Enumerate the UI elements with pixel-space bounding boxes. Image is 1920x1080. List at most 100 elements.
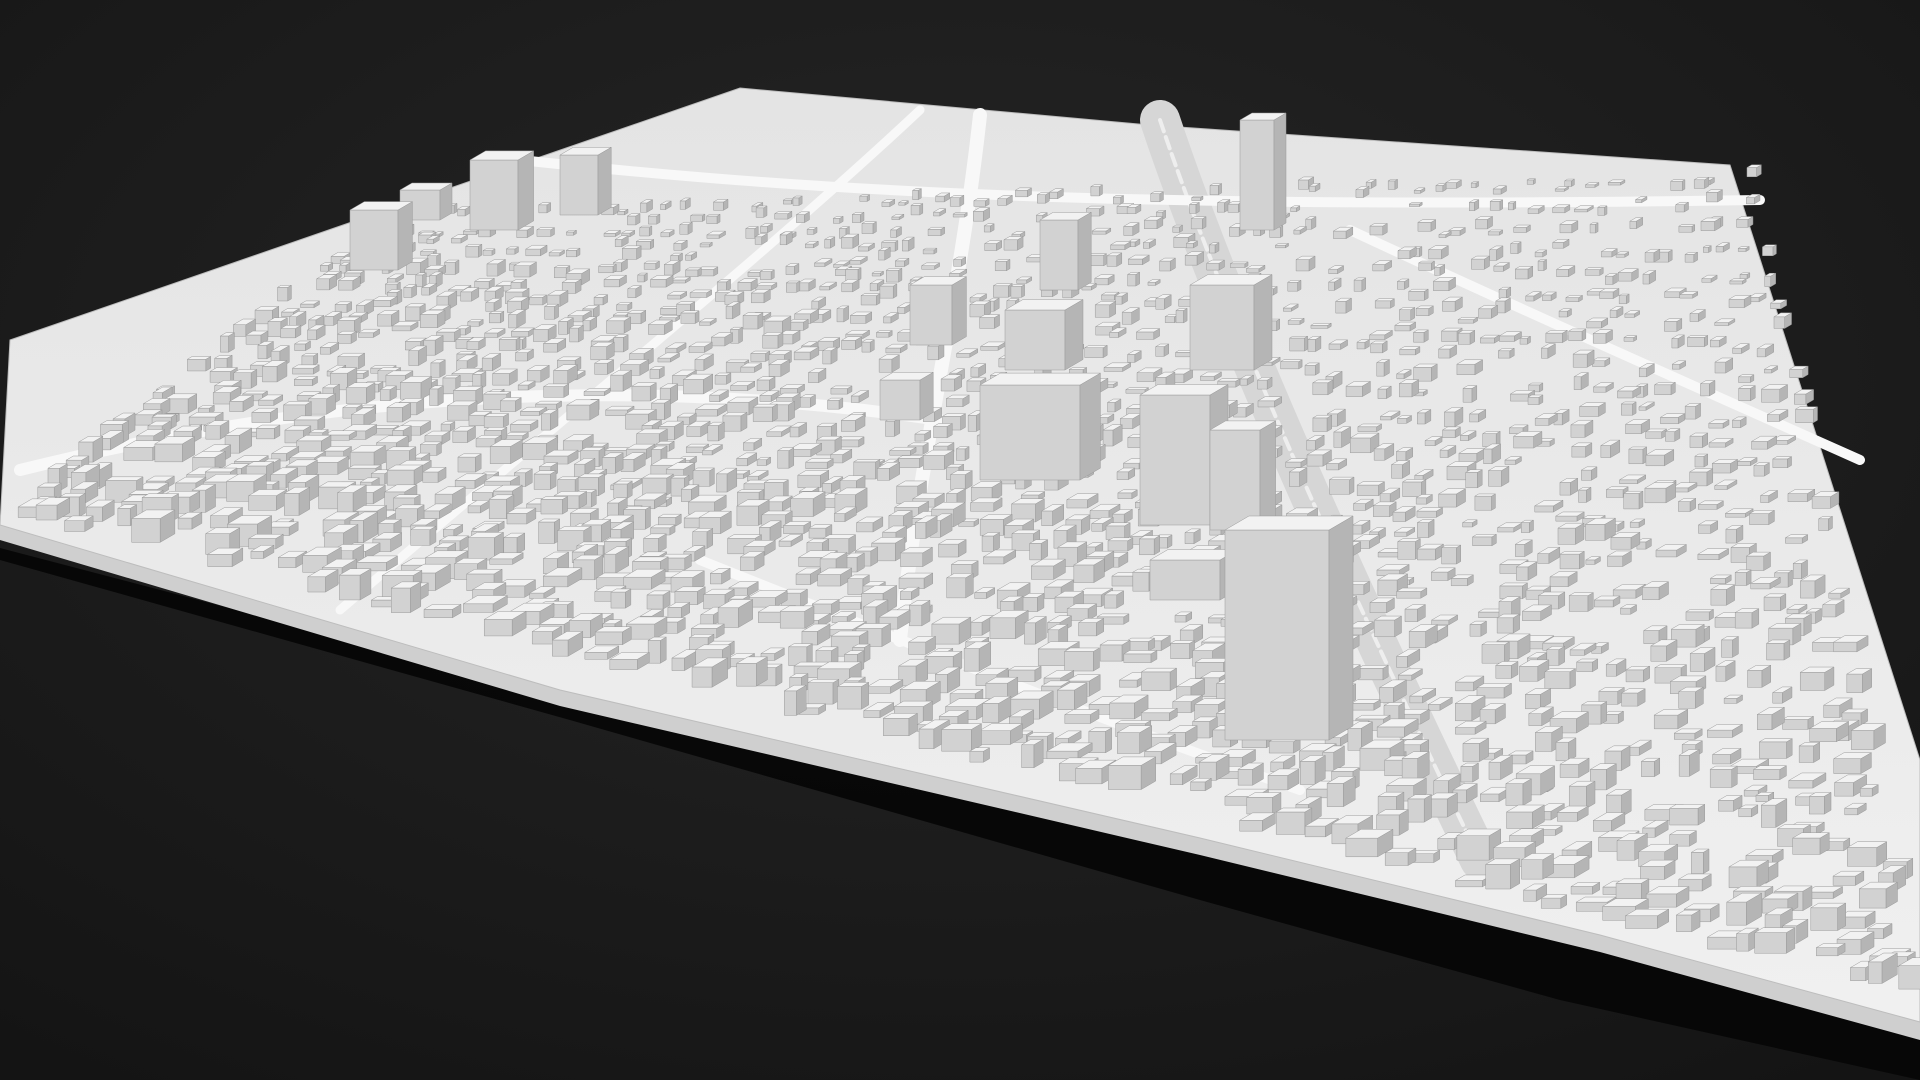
low-rise-building [1690,848,1710,875]
low-rise-building [714,372,732,385]
low-rise-building [1498,286,1512,299]
low-rise-building [811,599,841,616]
low-rise-building [773,210,793,220]
low-rise-building [1514,265,1534,280]
low-rise-building [1791,832,1831,855]
low-rise-building [1520,519,1535,534]
low-rise-building [983,223,995,233]
low-rise-building [1106,252,1123,267]
low-rise-building [963,641,992,672]
low-rise-building [1417,260,1436,271]
low-rise-building [1474,215,1494,230]
low-rise-building [1063,647,1101,672]
low-rise-building [1175,308,1189,324]
low-rise-building [423,603,462,619]
low-rise-building [1668,803,1706,826]
low-rise-building [1311,379,1334,396]
low-rise-building [926,342,945,361]
low-rise-building [1620,688,1647,707]
low-rise-building [1083,344,1109,359]
low-rise-building [1229,261,1249,269]
low-rise-building [1443,406,1464,428]
tower-building [349,201,414,271]
low-rise-building [1737,385,1757,402]
low-rise-building [1677,686,1705,709]
low-rise-building [1408,201,1424,208]
low-rise-building [1669,179,1686,192]
low-rise-building [1674,201,1690,213]
low-rise-building [878,283,898,299]
low-rise-building [247,489,288,511]
low-rise-building [836,681,870,710]
low-rise-building [1462,385,1478,403]
low-rise-building [153,436,196,463]
low-rise-building [968,747,991,763]
low-rise-building [1122,650,1158,664]
low-rise-building [884,417,901,437]
low-rise-building [930,616,972,645]
low-rise-building [972,207,991,222]
low-rise-building [1487,465,1510,487]
low-rise-building [1728,859,1770,889]
low-rise-building [750,288,772,304]
low-rise-building [1519,335,1532,345]
low-rise-building [1415,305,1435,317]
low-rise-building [1584,517,1617,541]
low-rise-building [510,327,536,337]
low-rise-building [1014,187,1033,198]
low-rise-building [625,616,668,640]
low-rise-building [1697,500,1725,510]
low-rise-building [908,599,931,627]
low-rise-building [1735,216,1754,228]
low-rise-building [1091,227,1112,235]
low-rise-building [911,188,923,201]
low-rise-building [1245,792,1282,815]
low-rise-building [1568,592,1595,612]
low-rise-building [615,301,633,312]
low-rise-building [1116,725,1153,754]
low-rise-building [1554,511,1586,522]
low-rise-building [1287,317,1306,325]
low-rise-building [952,212,969,218]
low-rise-building [1288,467,1308,487]
low-rise-building [983,240,1003,252]
low-rise-building [528,294,548,306]
low-rise-building [536,227,556,237]
low-rise-building [565,399,600,421]
low-rise-building [1412,329,1430,343]
low-rise-building [1811,491,1840,509]
low-rise-building [992,283,1014,298]
tower-building [909,276,968,346]
low-rise-building [1288,335,1309,352]
low-rise-building [1604,273,1619,285]
low-rise-building [1685,608,1715,621]
low-rise-building [1107,756,1157,790]
low-rise-building [1020,739,1045,769]
low-rise-building [1570,442,1593,458]
low-rise-building [1135,328,1161,340]
low-rise-building [860,293,881,306]
low-rise-building [1792,559,1809,580]
low-rise-building [1190,216,1207,230]
low-rise-building [823,236,836,249]
low-rise-building [345,382,376,404]
low-rise-building [1401,751,1431,782]
low-rise-building [787,318,810,331]
low-rise-building [1184,251,1205,266]
low-rise-building [1684,402,1702,420]
low-rise-building [1307,335,1322,352]
low-rise-building [647,636,668,664]
low-rise-building [1773,312,1793,329]
low-rise-building [612,334,630,353]
low-rise-building [910,203,924,216]
low-rise-building [1677,497,1697,512]
low-rise-building [641,473,675,496]
low-rise-building [932,423,954,439]
low-rise-building [443,259,460,275]
low-rise-building [457,453,483,473]
low-rise-building [1593,595,1621,608]
low-rise-building [1489,199,1504,211]
low-rise-building [565,247,581,258]
low-rise-building [792,195,804,206]
low-rise-building [829,385,853,395]
